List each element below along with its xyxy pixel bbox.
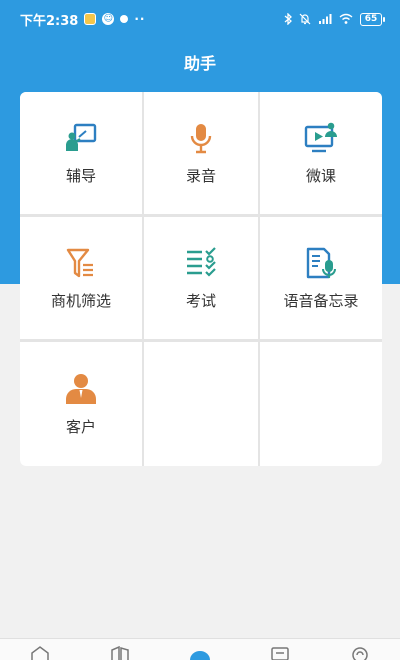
grid-item-label: 录音 [185,166,216,185]
voice-memo-icon [306,247,336,278]
nav-messages[interactable] [260,642,300,660]
book-icon [111,646,129,660]
grid-item-label: 微课 [305,166,336,185]
notification-app-icon [84,13,97,25]
microphone-icon [190,123,212,153]
status-bar: 下午2:38 ☺ ·· 65 [0,0,400,38]
grid-item-label: 语音备忘录 [283,291,359,310]
assistant-icon [190,651,210,660]
grid-empty-cell [144,342,258,466]
grid-item-micro-lesson[interactable]: 微课 [260,92,382,214]
bluetooth-icon [284,13,292,25]
home-icon [31,646,49,660]
mute-bell-icon [299,13,311,25]
message-icon [271,647,289,660]
grid-item-exam[interactable]: 考试 [144,217,258,339]
grid-item-voice-memo[interactable]: 语音备忘录 [260,217,382,339]
funnel-filter-icon [66,248,93,277]
notification-avatar-icon: ☺ [102,13,115,25]
grid-item-recording[interactable]: 录音 [144,92,258,214]
grid-item-label: 辅导 [65,166,96,185]
tutor-board-icon [66,123,97,151]
bottom-navigation [0,638,400,660]
grid-item-label: 商机筛选 [50,291,111,310]
status-right: 65 [284,12,385,26]
nav-home[interactable] [20,642,60,660]
grid-empty-cell [260,342,382,466]
nav-assistant[interactable] [180,642,220,660]
page-title: 助手 [183,54,216,73]
status-left: 下午2:38 ☺ ·· [20,10,145,29]
status-time: 下午2:38 [20,13,79,29]
profile-icon [352,647,368,660]
more-notifications-icon: ·· [134,12,146,26]
signal-icon [319,14,332,24]
video-lesson-icon [304,122,337,152]
nav-study[interactable] [100,642,140,660]
assistant-grid: 辅导 录音 微课 商机筛选 考试 语音备忘录 客户 [20,92,382,466]
grid-item-label: 考试 [185,291,216,310]
grid-item-tutor[interactable]: 辅导 [20,92,142,214]
wifi-icon [339,13,353,24]
grid-item-customer[interactable]: 客户 [20,342,142,466]
grid-item-lead-filter[interactable]: 商机筛选 [20,217,142,339]
battery-indicator: 65 [360,12,385,26]
customer-person-icon [66,373,96,404]
nav-profile[interactable] [340,642,380,660]
grid-item-label: 客户 [65,417,96,436]
notification-dot-icon [120,15,129,23]
checklist-icon [187,246,216,277]
